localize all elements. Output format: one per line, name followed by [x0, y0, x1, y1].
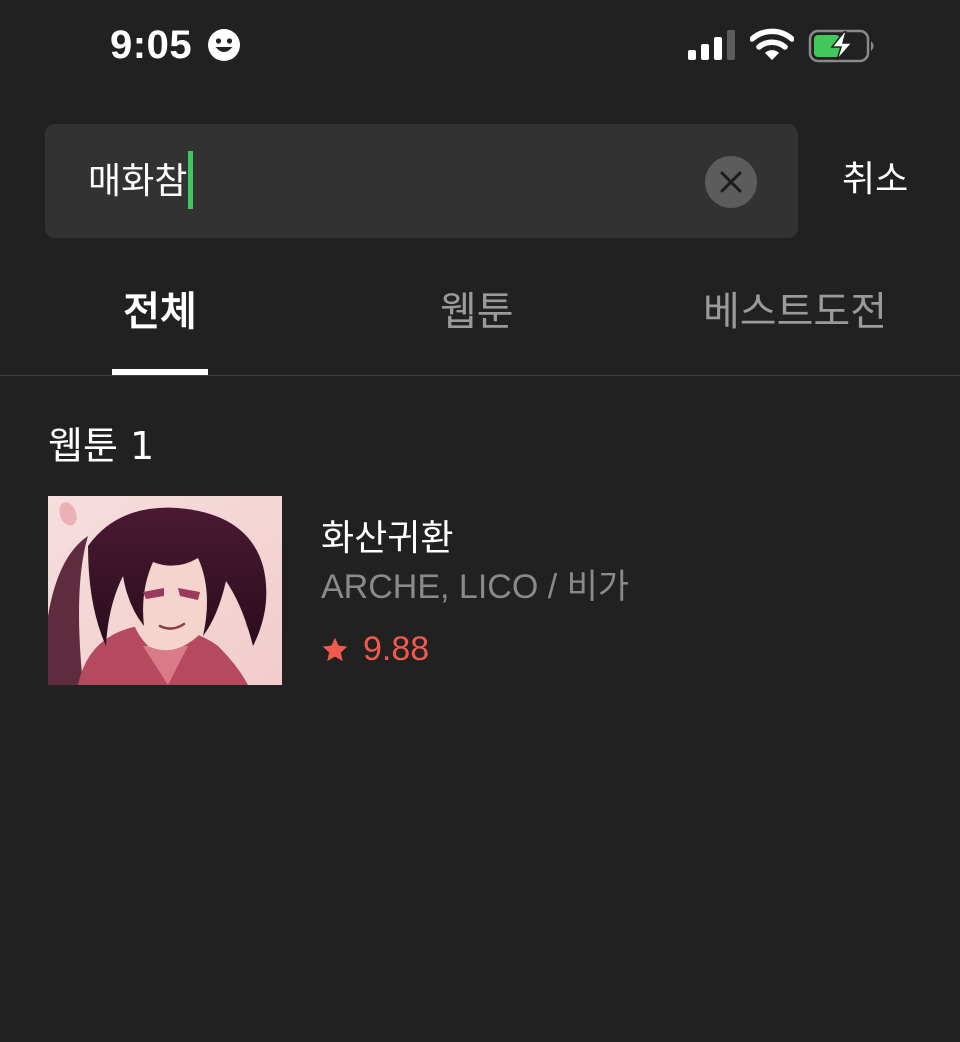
text-caret: [188, 151, 194, 209]
star-icon: [322, 637, 348, 662]
status-time: 9:05: [110, 23, 193, 67]
divider: [0, 375, 960, 376]
cancel-button[interactable]: 취소: [842, 153, 908, 207]
section-count: 1: [130, 424, 155, 468]
search-query-text: 매화참: [88, 161, 188, 202]
rating-value: 9.88: [363, 630, 430, 668]
clear-search-button[interactable]: [705, 156, 757, 208]
battery-charging-icon: [808, 29, 874, 63]
webtoon-thumbnail[interactable]: [48, 496, 282, 685]
close-icon: [720, 171, 742, 193]
tab-all[interactable]: 전체: [112, 280, 208, 344]
status-bar: 9:05: [0, 0, 960, 92]
tab-webtoon[interactable]: 웹툰: [440, 280, 514, 344]
webtoon-title: 화산귀환: [321, 518, 454, 559]
list-item[interactable]: 화산귀환 ARCHE, LICO / 비가 9.88: [48, 496, 928, 686]
tab-best-challenge[interactable]: 베스트도전: [703, 280, 887, 344]
search-field[interactable]: 매화참: [45, 124, 798, 238]
search-input[interactable]: 매화참: [88, 151, 194, 212]
character-illustration: [48, 496, 282, 685]
section-heading: 웹툰 1: [48, 418, 154, 474]
webtoon-authors: ARCHE, LICO / 비가: [321, 568, 630, 606]
search-tabs: 전체 웹툰 베스트도전: [0, 250, 960, 375]
section-title: 웹툰: [48, 424, 118, 468]
smiley-face-icon: [208, 29, 240, 61]
wifi-icon: [750, 28, 794, 60]
cellular-signal-icon: [688, 30, 735, 60]
